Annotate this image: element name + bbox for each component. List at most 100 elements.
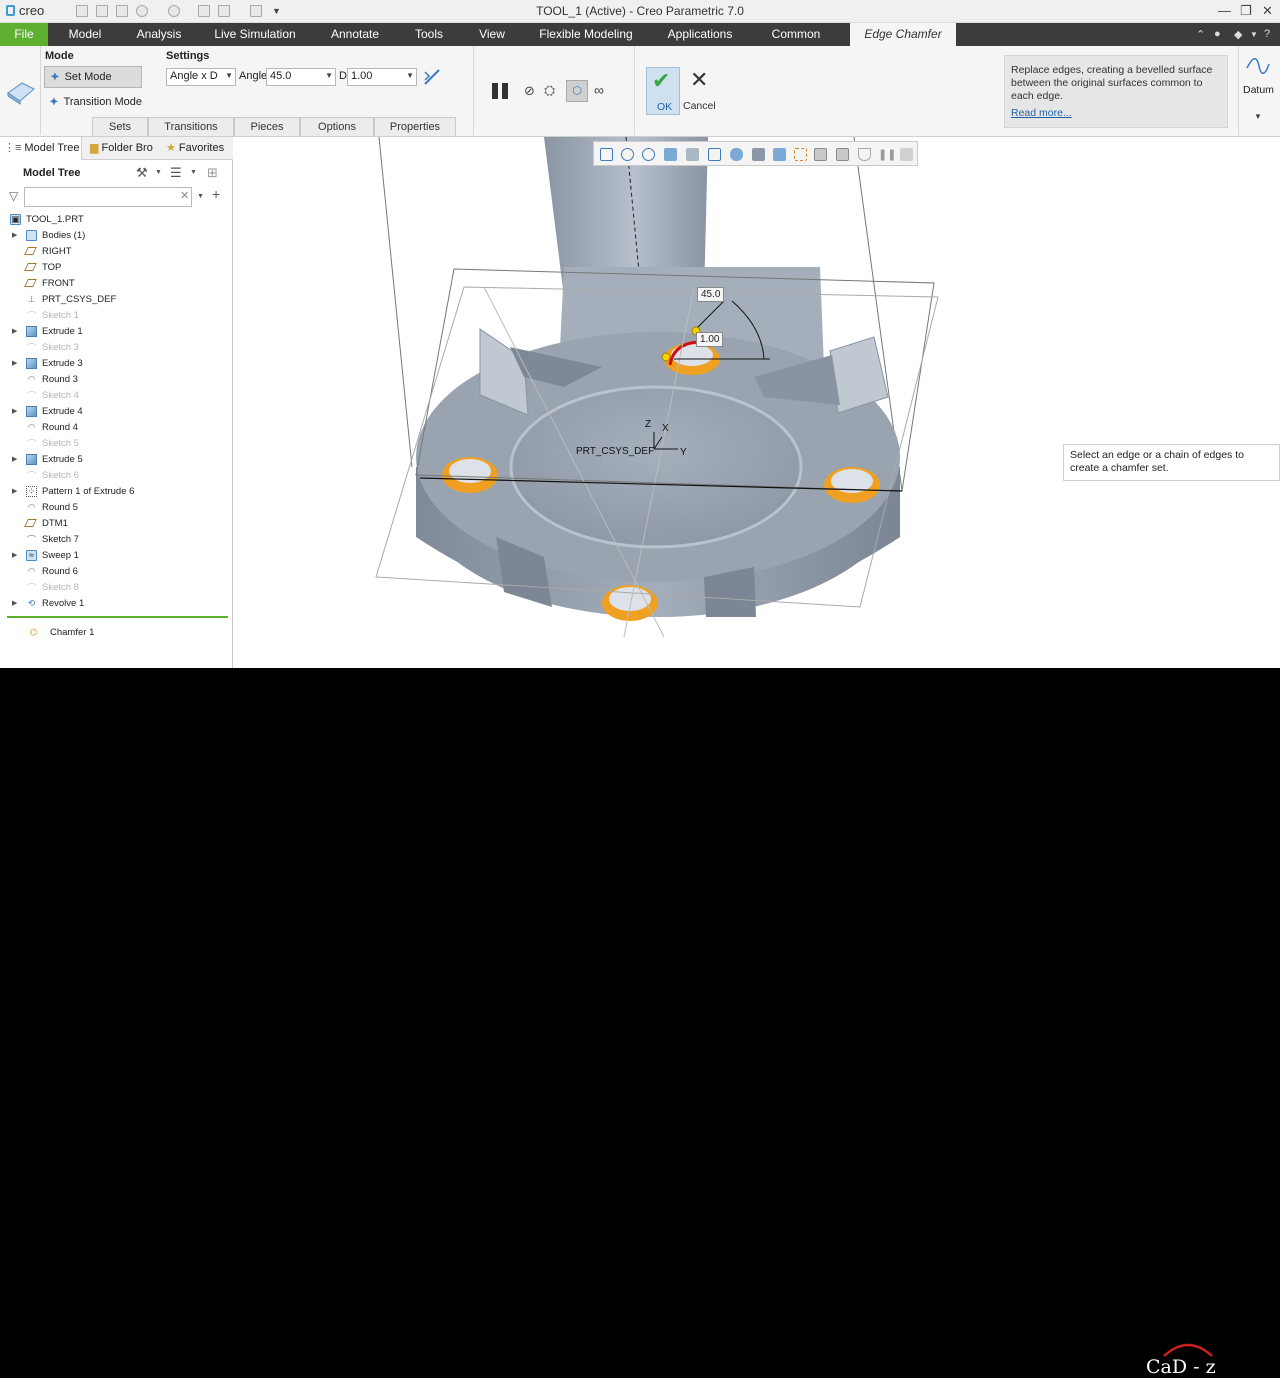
hole-chamfer-right[interactable] [824,467,880,503]
expand-icon[interactable]: ▶ [12,359,17,367]
tab-options[interactable]: Options [300,117,374,136]
display-style-icon[interactable] [752,148,765,161]
expand-icon[interactable]: ▶ [12,327,17,335]
tree-item[interactable]: ◠ Round 3 [0,371,233,387]
chevron-down-icon[interactable]: ▼ [190,169,197,176]
skip-icon[interactable] [900,148,913,161]
tree-item[interactable]: ⌒ Sketch 4 [0,387,233,403]
tree-item[interactable]: ▶ Bodies (1) [0,227,233,243]
tab-model-tree[interactable]: ⋮≡ Model Tree [0,137,82,160]
datum-dropdown-icon[interactable]: ▼ [1254,112,1262,121]
cancel-button[interactable]: ✕ Cancel [682,67,718,115]
chevron-down-icon[interactable]: ▼ [155,169,162,176]
help-icon[interactable]: ? [1264,28,1270,40]
no-preview-icon[interactable]: ⊘ [524,83,535,99]
tree-item[interactable]: ▶ ⁘ Pattern 1 of Extrude 6 [0,483,233,499]
insert-here-indicator[interactable] [7,616,228,618]
spin-center-icon[interactable] [836,148,849,161]
filter-icon[interactable]: ▽ [9,189,18,203]
annotation-display-icon[interactable] [814,148,827,161]
tree-item[interactable]: TOP [0,259,233,275]
add-icon[interactable]: + [212,186,220,202]
help-dropdown-icon[interactable]: ▼ [1250,30,1258,39]
tree-item[interactable]: ⌒ Sketch 1 [0,307,233,323]
graphics-window[interactable]: 45.0 1.00 PRT_CSYS_DEF Z X Y [234,137,1280,668]
simulation-display-icon[interactable] [858,148,871,161]
tree-item[interactable]: ⊥ PRT_CSYS_DEF [0,291,233,307]
show-list-icon[interactable]: ☰ [170,165,182,181]
tab-flexible-modeling[interactable]: Flexible Modeling [532,23,640,46]
zoom-in-icon[interactable] [621,148,634,161]
tab-folder-browser[interactable]: ▆ Folder Bro [86,137,156,160]
learning-icon[interactable]: ◆ [1234,28,1242,41]
glasses-preview-icon[interactable]: ∞ [594,82,604,98]
datum-icon[interactable] [1245,54,1271,78]
set-mode-button[interactable]: ⯌ Set Mode [44,66,142,88]
drag-handle[interactable] [661,352,671,362]
tree-item-chamfer[interactable]: ⌬ Chamfer 1 [0,624,233,640]
tree-item[interactable]: ▶ ≈ Sweep 1 [0,547,233,563]
zoom-out-icon[interactable] [642,148,655,161]
angle-dimension[interactable]: 45.0 [697,287,725,302]
tree-item[interactable]: ◠ Round 5 [0,499,233,515]
pin-icon[interactable]: ● [1214,28,1221,40]
tree-item[interactable]: ⌒ Sketch 8 [0,579,233,595]
repaint-icon[interactable] [664,148,677,161]
expand-icon[interactable]: ▶ [12,487,17,495]
expand-icon[interactable]: ▶ [12,551,17,559]
d-input[interactable]: 1.00 ▼ [347,68,417,86]
tab-transitions[interactable]: Transitions [148,117,234,136]
transition-mode-button[interactable]: ⯌ Transition Mode [44,91,154,113]
tab-pieces[interactable]: Pieces [234,117,300,136]
clear-search-icon[interactable]: ✕ [180,189,189,202]
tree-item[interactable]: DTM1 [0,515,233,531]
tab-properties[interactable]: Properties [374,117,456,136]
recess-surface[interactable] [509,385,803,549]
tree-item[interactable]: ⌒ Sketch 7 [0,531,233,547]
tab-model[interactable]: Model [58,23,112,46]
hole-chamfer-bottom[interactable] [602,585,658,621]
pause-icon[interactable]: ❚❚ [878,148,896,161]
preview-geometry-icon[interactable]: ⛭ [544,82,555,99]
tree-item[interactable]: ⌒ Sketch 5 [0,435,233,451]
tree-item[interactable]: RIGHT [0,243,233,259]
read-more-link[interactable]: Read more... [1011,107,1221,120]
tab-applications[interactable]: Applications [658,23,742,46]
tab-live-simulation[interactable]: Live Simulation [208,23,302,46]
minimize-icon[interactable]: — [1218,3,1231,18]
verify-mode-icon[interactable]: ⬡ [566,80,588,102]
saved-orientations-icon[interactable] [708,148,721,161]
tab-edge-chamfer[interactable]: Edge Chamfer [850,23,956,46]
expand-icon[interactable]: ▶ [12,231,17,239]
hole-chamfer-left[interactable] [442,457,498,493]
tree-item[interactable]: ⌒ Sketch 6 [0,467,233,483]
tab-analysis[interactable]: Analysis [128,23,190,46]
model-view[interactable] [234,137,1280,668]
expand-icon[interactable]: ▶ [12,599,17,607]
tree-item[interactable]: ▣ TOOL_1.PRT [0,211,233,227]
view-manager-icon[interactable] [730,148,743,161]
perspective-icon[interactable] [773,148,786,161]
expand-icon[interactable]: ▶ [12,455,17,463]
tab-view[interactable]: View [470,23,514,46]
tree-item[interactable]: ▶ Extrude 4 [0,403,233,419]
restore-icon[interactable]: ❐ [1240,3,1252,19]
tree-item[interactable]: ▶ Extrude 3 [0,355,233,371]
flip-direction-icon[interactable] [423,68,441,86]
tree-filter-icon[interactable]: ⊞ [207,165,218,181]
pause-icon[interactable] [490,81,512,101]
ok-button[interactable]: ✔ OK [646,67,680,115]
tab-tools[interactable]: Tools [406,23,452,46]
datum-label[interactable]: Datum [1243,84,1274,96]
tab-favorites[interactable]: ★ Favorites [162,137,232,160]
tree-item[interactable]: ⌒ Sketch 3 [0,339,233,355]
collapse-ribbon-icon[interactable]: ⌃ [1196,28,1205,41]
expand-icon[interactable]: ▶ [12,407,17,415]
settings-tool-icon[interactable]: ⚒ [136,165,148,181]
angle-input[interactable]: 45.0 ▼ [266,68,336,86]
d-dimension[interactable]: 1.00 [696,332,724,347]
tab-sets[interactable]: Sets [92,117,148,136]
tab-annotate[interactable]: Annotate [322,23,388,46]
tab-common[interactable]: Common [762,23,830,46]
tree-item[interactable]: FRONT [0,275,233,291]
